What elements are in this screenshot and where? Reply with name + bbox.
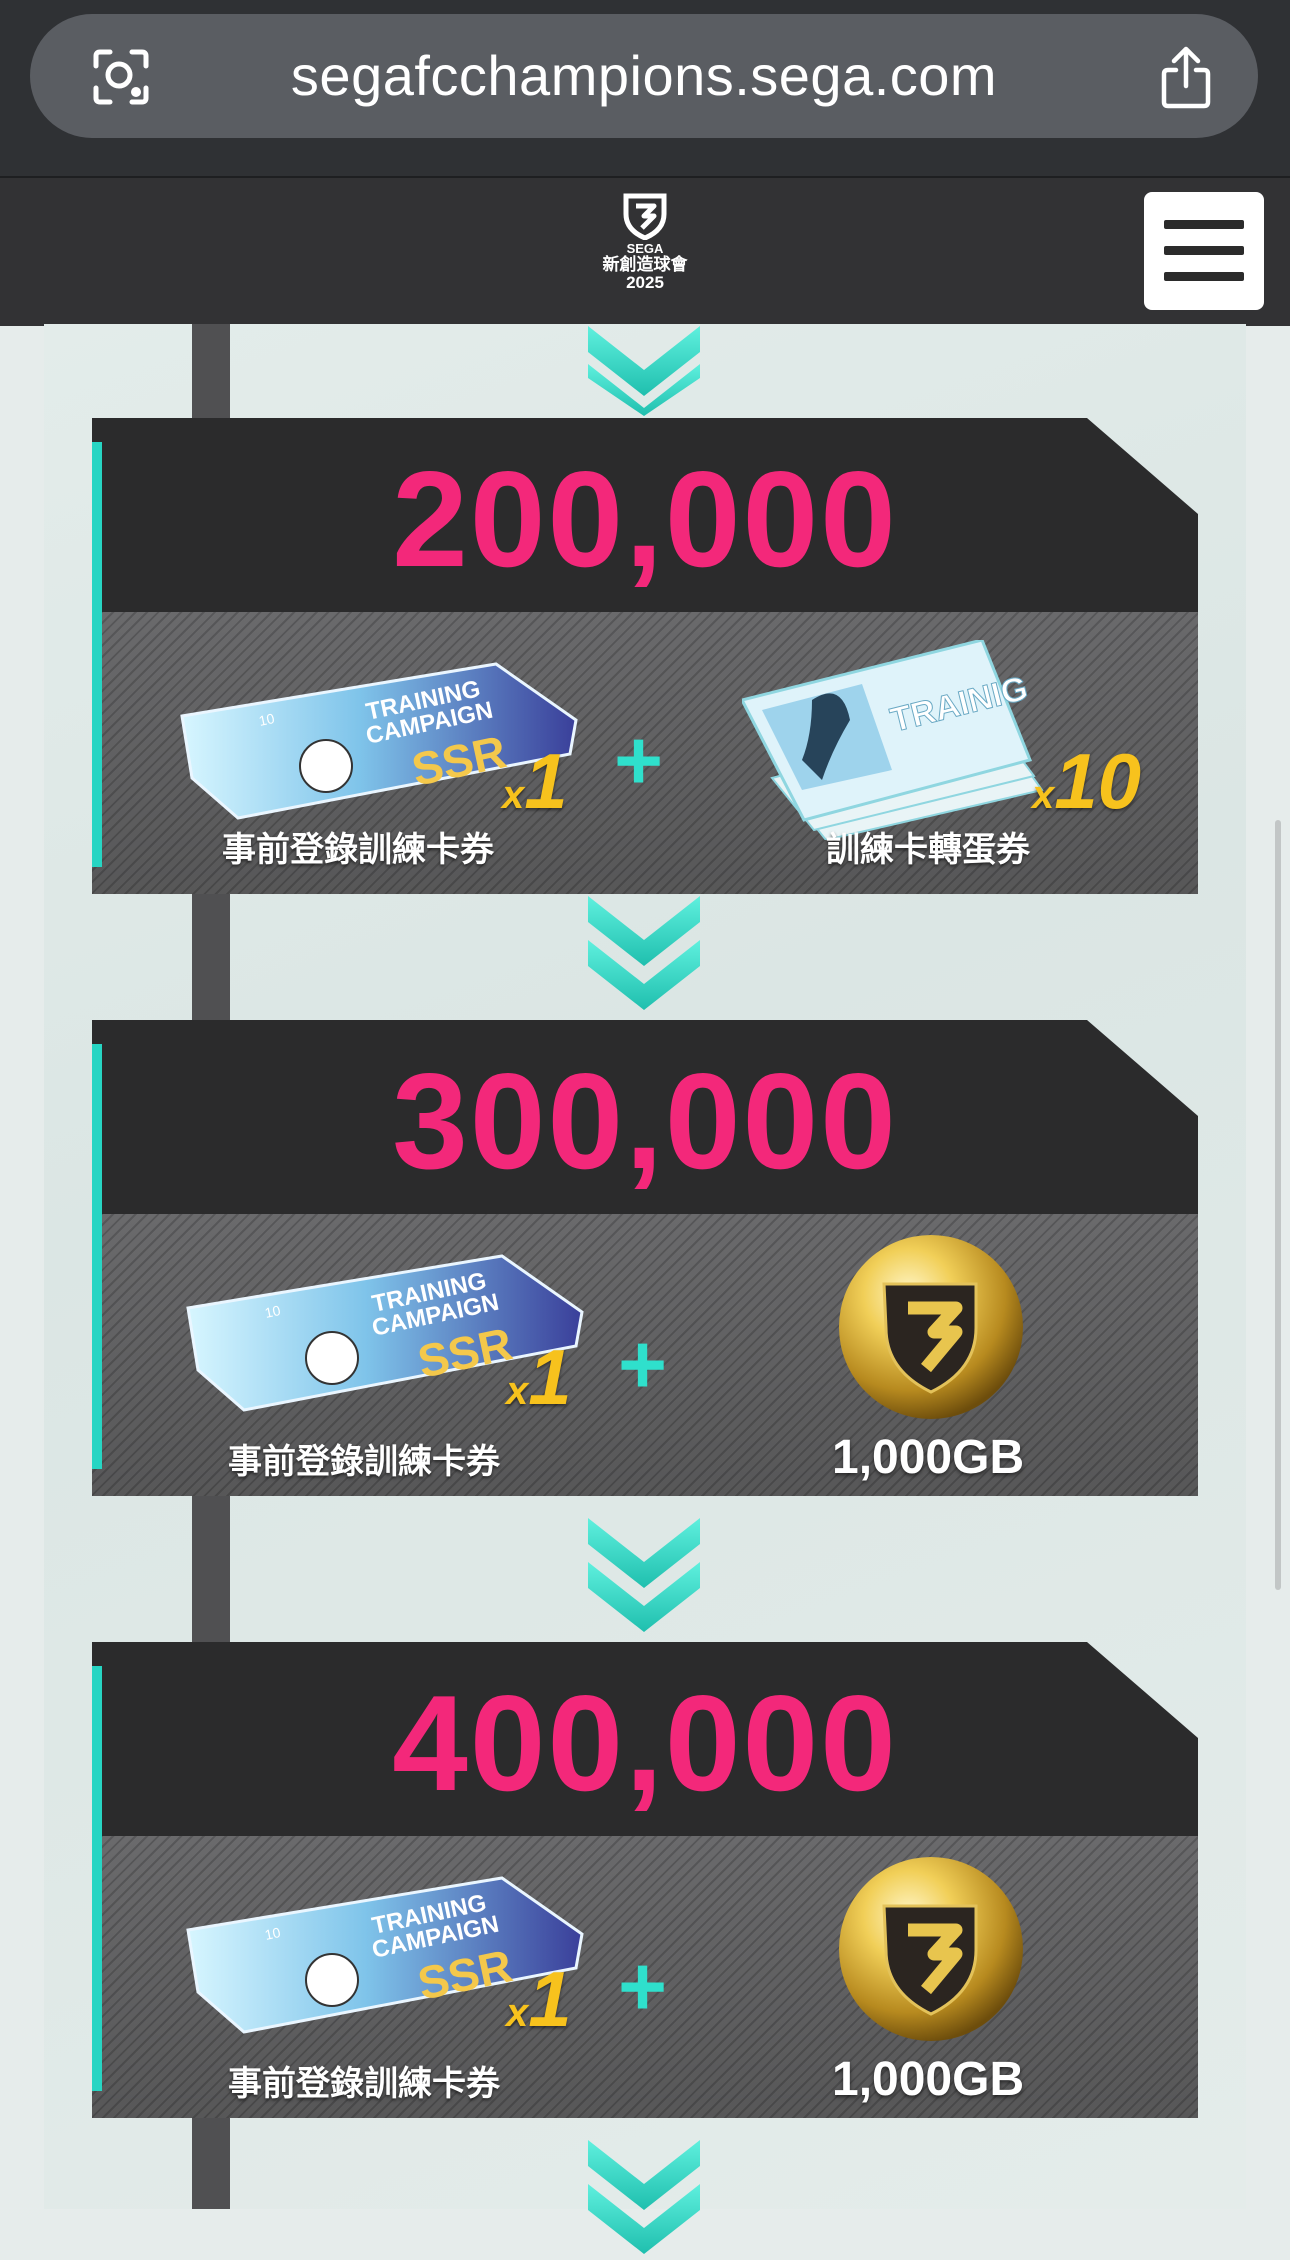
shield-logo-icon [623,193,667,240]
plus-icon: + [618,1317,668,1411]
reward-label: 1,000GB [832,2053,1025,2106]
reward-quantity: x10 [1032,737,1142,825]
logo-title: 新創造球會 [602,255,688,274]
reward-label: 事前登錄訓練卡券 [228,1443,500,1481]
share-icon[interactable] [1156,44,1216,110]
reward-quantity: x1 [506,1955,572,2043]
reward-tier-300000: 300,000 TRAINING CAMPAIGN SSR 10 x1 事前登錄… [92,1020,1198,1496]
gold-ball-icon [839,1857,1023,2041]
tier-amount: 400,000 [392,1667,898,1819]
tier-amount: 300,000 [392,1045,898,1197]
reward-tier-200000: 200,000 TRAINING CAMPAIGN SSR 10 x1 事前登錄… [92,418,1198,894]
logo-brand: SEGA [626,241,664,256]
chevron-down-icon [588,896,700,1010]
reward-label: 事前登錄訓練卡券 [222,831,494,869]
reward-quantity: x1 [506,1333,572,1421]
menu-button[interactable] [1144,192,1264,310]
site-header: SEGA 新創造球會 2025 [0,176,1290,326]
gacha-ticket-icon: TRAINIG [742,640,1044,840]
chevron-down-icon [588,326,700,416]
scrollbar[interactable] [1275,820,1281,1590]
tier-amount: 200,000 [392,443,898,595]
plus-icon: + [614,713,664,807]
browser-toolbar: segafcchampions.sega.com [0,0,1290,176]
reward-tier-400000: 400,000 TRAINING CAMPAIGN SSR 10 x1 事前登錄… [92,1642,1198,2118]
reward-label: 訓練卡轉蛋券 [826,831,1030,869]
chevron-down-icon [588,2140,700,2254]
plus-icon: + [618,1939,668,2033]
chevron-down-icon [588,1518,700,1632]
address-bar[interactable]: segafcchampions.sega.com [30,14,1258,138]
site-logo[interactable]: SEGA 新創造球會 2025 [595,192,695,316]
gold-ball-icon [839,1235,1023,1419]
reward-label: 事前登錄訓練卡券 [228,2065,500,2103]
reward-label: 1,000GB [832,1431,1025,1484]
logo-year: 2025 [626,273,664,292]
url-text[interactable]: segafcchampions.sega.com [30,14,1258,138]
reward-quantity: x1 [502,737,568,825]
